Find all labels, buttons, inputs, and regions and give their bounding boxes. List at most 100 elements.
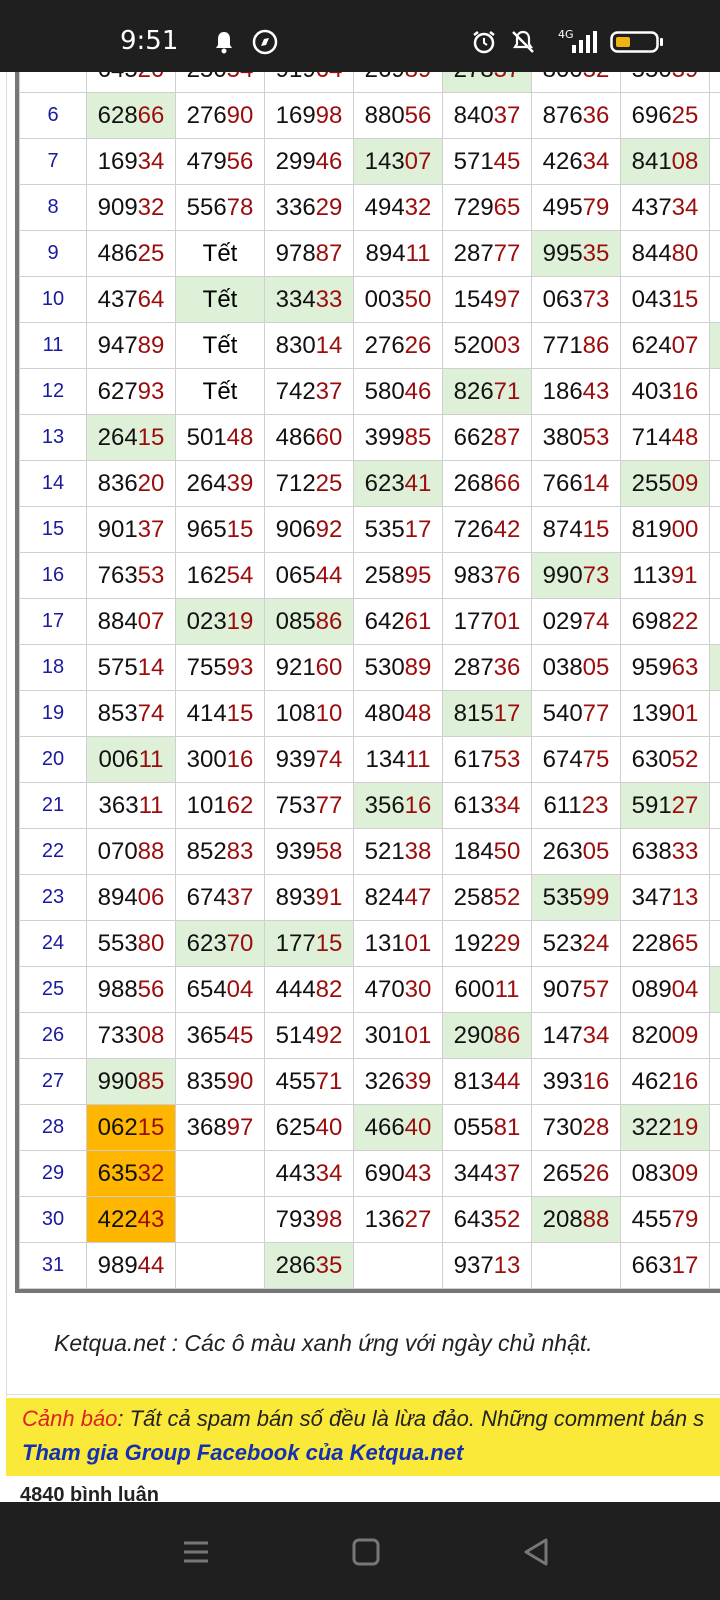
result-cell: 74237 bbox=[264, 368, 354, 415]
result-prefix: 894 bbox=[365, 239, 406, 267]
result-last-two-digits: 64 bbox=[137, 285, 165, 313]
day-cell: 18 bbox=[19, 644, 87, 691]
table-row: 22 07088 85283 93958 52138 18450 26305 63833 bbox=[19, 828, 720, 875]
result-cell: 90757 bbox=[531, 966, 621, 1013]
result-last-two-digits: 53 bbox=[493, 745, 521, 773]
home-icon[interactable] bbox=[346, 1532, 386, 1572]
result-last-two-digits: 32 bbox=[137, 1159, 165, 1187]
result-prefix: 907 bbox=[542, 975, 583, 1003]
result-last-two-digits: 56 bbox=[404, 101, 432, 129]
result-cell: 08309 bbox=[620, 1150, 710, 1197]
result-cell: 71448 bbox=[620, 414, 710, 461]
result-cell: 10162 bbox=[175, 782, 265, 829]
result-last-two-digits: 39 bbox=[226, 469, 254, 497]
result-cell: 61123 bbox=[531, 782, 621, 829]
result-cell: 61753 bbox=[442, 736, 532, 783]
result-prefix: 006 bbox=[98, 745, 139, 773]
result-prefix: 939 bbox=[275, 745, 316, 773]
result-last-two-digits: 25 bbox=[315, 469, 343, 497]
result-cell: 28777 bbox=[442, 230, 532, 277]
result-cell: 63052 bbox=[620, 736, 710, 783]
result-last-two-digits: 14 bbox=[315, 331, 343, 359]
result-last-two-digits: 11 bbox=[405, 745, 431, 773]
result-prefix: 494 bbox=[364, 193, 405, 221]
result-last-two-digits: 32 bbox=[583, 72, 610, 83]
result-prefix: 989 bbox=[97, 1251, 138, 1279]
result-last-two-digits: 98 bbox=[315, 1205, 343, 1233]
result-last-two-digits: 73 bbox=[582, 285, 610, 313]
result-cell: 46216 bbox=[620, 1058, 710, 1105]
result-prefix: 501 bbox=[186, 423, 227, 451]
result-last-two-digits: 53 bbox=[582, 423, 610, 451]
facebook-group-link[interactable]: Tham gia Group Facebook của Ketqua.net bbox=[22, 1440, 463, 1466]
result-cell: 71225 bbox=[264, 460, 354, 507]
result-prefix: 455 bbox=[631, 1205, 672, 1233]
table-row: 6 62866 27690 16998 88056 84037 87636 69625 bbox=[19, 92, 720, 139]
result-prefix: 645 bbox=[98, 72, 138, 83]
result-cell: 73308 bbox=[86, 1012, 176, 1059]
result-prefix: 894 bbox=[97, 883, 138, 911]
result-cell: 48625 bbox=[86, 230, 176, 277]
result-cell: 33433 bbox=[264, 276, 354, 323]
result-prefix: 836 bbox=[97, 469, 138, 497]
result-last-two-digits: 16 bbox=[582, 1067, 610, 1095]
result-prefix: 462 bbox=[631, 1067, 672, 1095]
result-last-two-digits: 87 bbox=[315, 239, 343, 267]
result-last-two-digits: 34 bbox=[582, 1021, 610, 1049]
result-prefix: 276 bbox=[186, 101, 227, 129]
sunday-note: Ketqua.net : Các ô màu xanh ứng với ngày… bbox=[54, 1330, 593, 1356]
result-cell: Tết bbox=[175, 276, 265, 323]
result-cell: 65404 bbox=[175, 966, 265, 1013]
result-cell: 00350 bbox=[353, 276, 443, 323]
result-prefix: 486 bbox=[275, 423, 316, 451]
result-prefix: 131 bbox=[364, 929, 405, 957]
result-cell: 89406 bbox=[86, 874, 176, 921]
result-prefix: 264 bbox=[186, 469, 227, 497]
result-prefix: 921 bbox=[275, 653, 316, 681]
day-cell: 13 bbox=[19, 414, 87, 461]
result-last-two-digits: 36 bbox=[493, 653, 521, 681]
result-prefix: 553 bbox=[97, 929, 138, 957]
result-last-two-digits: 79 bbox=[582, 193, 610, 221]
result-last-two-digits: 52 bbox=[493, 1205, 521, 1233]
result-cell: 13411 bbox=[353, 736, 443, 783]
day-cell: 28 bbox=[19, 1104, 87, 1151]
edge-cell bbox=[709, 966, 720, 1013]
result-last-two-digits: 91 bbox=[315, 883, 343, 911]
network-label: 4G bbox=[558, 28, 574, 41]
result-prefix: 884 bbox=[97, 607, 138, 635]
result-cell: 69625 bbox=[620, 92, 710, 139]
day-cell: 29 bbox=[19, 1150, 87, 1197]
result-prefix: 623 bbox=[364, 469, 405, 497]
result-last-two-digits: 45 bbox=[493, 147, 521, 175]
result-last-two-digits: 11 bbox=[138, 791, 164, 819]
result-last-two-digits: 63 bbox=[671, 653, 699, 681]
result-last-two-digits: 15 bbox=[671, 285, 699, 313]
result-cell: Tết bbox=[175, 368, 265, 415]
result-last-two-digits: 95 bbox=[404, 561, 432, 589]
result-prefix: 729 bbox=[453, 193, 494, 221]
back-icon[interactable] bbox=[516, 1532, 556, 1572]
result-prefix: 455 bbox=[275, 1067, 316, 1095]
result-prefix: 995 bbox=[542, 239, 583, 267]
result-last-two-digits: 27 bbox=[671, 791, 699, 819]
result-last-two-digits: 28 bbox=[582, 1113, 610, 1141]
result-prefix: 876 bbox=[542, 101, 583, 129]
menu-icon[interactable] bbox=[176, 1532, 216, 1572]
edge-cell bbox=[709, 1242, 720, 1289]
result-prefix: 742 bbox=[275, 377, 316, 405]
result-cell: 62866 bbox=[86, 92, 176, 139]
day-cell: 7 bbox=[19, 138, 87, 185]
result-prefix: 003 bbox=[364, 285, 405, 313]
result-prefix: 571 bbox=[453, 147, 494, 175]
result-cell: 13101 bbox=[353, 920, 443, 967]
result-cell: 85374 bbox=[86, 690, 176, 737]
result-prefix: 495 bbox=[542, 193, 583, 221]
result-prefix: 029 bbox=[542, 607, 583, 635]
result-cell: 27690 bbox=[175, 92, 265, 139]
result-last-two-digits: 70 bbox=[226, 929, 254, 957]
results-table-container[interactable]: 6452025054919642698927837800325503966286… bbox=[15, 72, 720, 1293]
warning-label: Cảnh báo bbox=[22, 1406, 118, 1431]
result-cell: 27837 bbox=[442, 72, 532, 93]
result-cell: 49579 bbox=[531, 184, 621, 231]
